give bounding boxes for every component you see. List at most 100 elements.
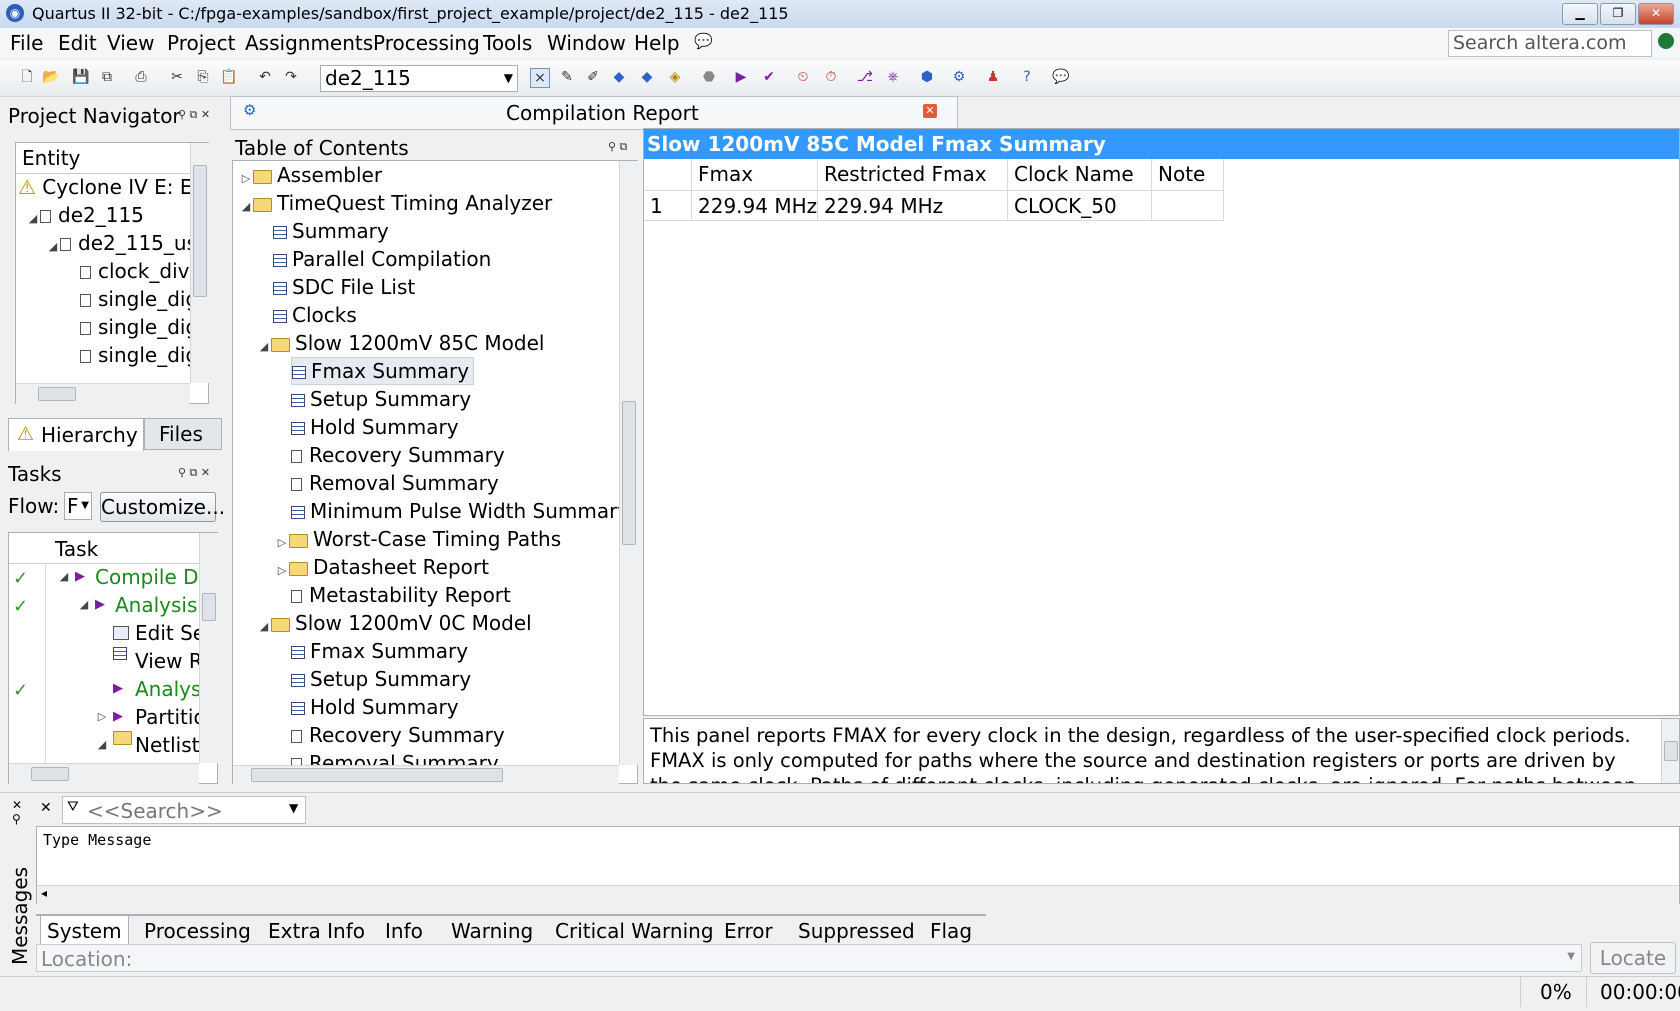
menu-tools[interactable]: Tools [483,31,532,55]
tab-files[interactable]: Files [144,418,222,450]
toc-item-sdc-file-list[interactable]: SDC File List [273,273,415,301]
tab-flag[interactable]: Flag [924,916,978,946]
toc-item-metastability-report[interactable]: Metastability Report [291,581,511,609]
collapse-icon[interactable]: ◢ [257,613,271,641]
timing-icon[interactable]: ⏲ [794,68,812,86]
tab-extra-info[interactable]: Extra Info [262,916,371,946]
collapse-icon[interactable]: ◢ [95,731,109,759]
undo-icon[interactable]: ↶ [256,68,274,86]
pin-icon[interactable]: ◈ [666,68,684,86]
qsys-icon[interactable]: ♟ [984,68,1002,86]
toc-item-worst-case-paths[interactable]: ▷ Worst-Case Timing Paths [275,525,561,553]
tab-error[interactable]: Error [718,916,779,946]
fmax-column-header[interactable]: Fmax [692,159,818,191]
toc-item-timequest[interactable]: ◢ TimeQuest Timing Analyzer [239,189,552,217]
toc-item-recovery-summary-0c[interactable]: Recovery Summary [291,721,505,749]
clear-messages-icon[interactable]: ✕ [40,800,52,816]
tree-row-single-dig[interactable]: single_dig [80,341,190,369]
globe-icon[interactable] [1658,33,1674,49]
task-row-compile-design[interactable]: ✓ ◢▶ Compile De [13,563,199,591]
run-icon[interactable]: ▶ [75,563,85,591]
toc-item-removal-summary[interactable]: Removal Summary [291,469,499,497]
save-icon[interactable]: 💾 [72,68,90,86]
start-compilation-icon[interactable]: ▶ [732,68,750,86]
revision-combo[interactable]: de2_115 ▼ [320,65,518,92]
maximize-button[interactable]: ❐ [1600,3,1636,25]
tasks-hscroll[interactable] [9,763,199,784]
chip-planner-icon[interactable]: ⨯ [530,68,550,88]
toc-item-datasheet-report[interactable]: ▷ Datasheet Report [275,553,489,581]
menu-file[interactable]: File [10,31,43,55]
stop-icon[interactable]: ⬣ [700,68,718,86]
entity-column-header[interactable]: Entity [22,146,80,170]
tree-row-single-dig[interactable]: single_dig [80,313,190,341]
signaltap-icon[interactable]: ⚙ [950,68,968,86]
flow-select[interactable]: F ▼ [64,492,92,520]
tree-row-de2-115-us[interactable]: ◢ de2_115_us [46,229,190,257]
toc-item-assembler[interactable]: ▷ Assembler [239,161,382,189]
paste-icon[interactable]: 📋 [220,68,238,86]
minimize-button[interactable]: ▁ [1562,3,1598,25]
tasks-pin-icon[interactable]: ⚲ ⧉ ✕ [178,466,210,480]
navigator-pin-icon[interactable]: ⚲ ⧉ ✕ [178,108,210,122]
toc-item-summary[interactable]: Summary [273,217,389,245]
toc-item-fmax-summary-selected[interactable]: Fmax Summary [291,357,475,385]
collapse-icon[interactable]: ◢ [57,563,71,591]
toc-item-slow-0c[interactable]: ◢ Slow 1200mV 0C Model [257,609,532,637]
fmax-value[interactable]: 229.94 MHz [692,191,818,221]
menu-project[interactable]: Project [167,31,235,55]
copy-icon[interactable]: ⎘ [194,68,212,86]
collapse-icon[interactable]: ◢ [77,591,91,619]
collapse-icon[interactable]: ◢ [239,193,253,221]
note-column-header[interactable]: Note [1152,159,1224,191]
help-icon[interactable]: ? [1018,68,1036,86]
analysis-synthesis-icon[interactable]: ✔ [760,68,778,86]
restricted-fmax-value[interactable]: 229.94 MHz [818,191,1008,221]
tab-processing[interactable]: Processing [138,916,257,946]
toc-item-removal-summary-0c[interactable]: Removal Summary [291,749,499,765]
task-row-analysis-synthesis[interactable]: ✓ ◢▶ Analysis & [13,591,199,619]
netlist-viewer-icon[interactable]: ⎇ [856,68,874,86]
navigator-vscroll[interactable] [190,143,209,383]
message-search-input[interactable]: ⛛ <<Search>> ▼ [62,796,306,824]
menu-view[interactable]: View [107,31,154,55]
toc-item-parallel-compilation[interactable]: Parallel Compilation [273,245,491,273]
scroll-left-icon[interactable]: ◂ [41,886,47,900]
toc-item-clocks[interactable]: Clocks [273,301,357,329]
tree-row-clock-divi[interactable]: clock_divi [80,257,190,285]
new-file-icon[interactable]: 🗋 [18,68,36,86]
tab-suppressed[interactable]: Suppressed [792,916,921,946]
toc-item-setup-summary[interactable]: Setup Summary [291,385,471,413]
collapse-icon[interactable]: ◢ [46,233,60,261]
tree-row-single-dig[interactable]: single_dig [80,285,190,313]
menu-assignments[interactable]: Assignments [245,31,373,55]
toc-item-setup-summary-0c[interactable]: Setup Summary [291,665,471,693]
toc-item-slow-85c[interactable]: ◢ Slow 1200mV 85C Model [257,329,545,357]
expand-icon[interactable]: ▷ [95,703,109,731]
tab-critical-warning[interactable]: Critical Warning [549,916,720,946]
programmer-icon[interactable]: ⬢ [918,68,936,86]
location-field[interactable]: Location: ▼ [36,944,1582,972]
task-row-analysis[interactable]: ✓ ▶ Analysi [13,675,199,703]
close-report-icon[interactable]: ✕ [923,104,937,118]
clock-name-column-header[interactable]: Clock Name [1008,159,1152,191]
run-icon[interactable]: ▶ [113,675,123,703]
expand-icon[interactable]: ▷ [275,557,289,585]
locate-button[interactable]: Locate [1590,942,1676,974]
collapse-icon[interactable]: ◢ [26,205,40,233]
menu-help[interactable]: Help [634,31,680,55]
clock-name-value[interactable]: CLOCK_50 [1008,191,1152,221]
toc-item-min-pulse-width[interactable]: Minimum Pulse Width Summary [291,497,619,525]
assignment-editor-icon[interactable]: ✐ [584,68,602,86]
toc-hscroll[interactable] [233,765,619,784]
open-icon[interactable]: 📂 [42,68,60,86]
redo-icon[interactable]: ↷ [282,68,300,86]
tab-warning[interactable]: Warning [445,916,539,946]
toc-item-recovery-summary[interactable]: Recovery Summary [291,441,505,469]
navigator-hscroll[interactable] [16,383,190,404]
rtl-viewer-icon[interactable]: ⎈ [884,68,902,86]
device-icon[interactable]: ◆ [638,68,656,86]
toc-vscroll[interactable] [619,161,638,765]
tab-hierarchy[interactable]: ⚠ Hierarchy [8,418,144,451]
customize-button[interactable]: Customize... [100,492,225,522]
